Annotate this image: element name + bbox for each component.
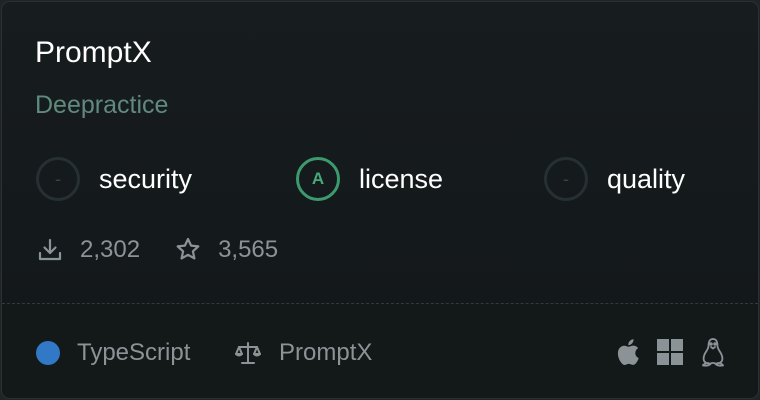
security-score[interactable]: - security (36, 155, 192, 203)
card-header: PromptX Deepractice - security A license… (2, 2, 758, 303)
license-info: PromptX (234, 338, 372, 368)
stars-count: 3,565 (218, 236, 279, 263)
language-info: TypeScript (36, 338, 190, 368)
scale-icon (235, 342, 261, 364)
stars-stat: 3,565 (174, 236, 278, 264)
windows-icon (656, 338, 684, 366)
license-label: license (359, 163, 444, 194)
security-grade-badge: - (36, 157, 80, 201)
language-color-dot (36, 341, 60, 365)
quality-label: quality (607, 163, 686, 194)
linux-icon (700, 337, 726, 367)
downloads-count: 2,302 (80, 236, 141, 263)
package-owner[interactable]: Deepractice (35, 88, 168, 122)
platform-icons (598, 336, 726, 368)
quality-score[interactable]: - quality (544, 155, 685, 203)
apple-icon (614, 337, 640, 367)
language-name: TypeScript (77, 339, 191, 366)
downloads-stat: 2,302 (36, 236, 140, 264)
package-name[interactable]: PromptX (35, 33, 152, 73)
license-score[interactable]: A license (296, 155, 443, 203)
license-grade-badge: A (296, 157, 340, 201)
stats-row: 2,302 3,565 (36, 232, 312, 268)
license-name: PromptX (279, 339, 373, 366)
star-icon (176, 237, 200, 260)
download-icon (38, 238, 62, 261)
server-card[interactable]: PromptX Deepractice - security A license… (1, 1, 759, 399)
quality-grade-badge: - (544, 157, 588, 201)
security-label: security (99, 163, 193, 194)
